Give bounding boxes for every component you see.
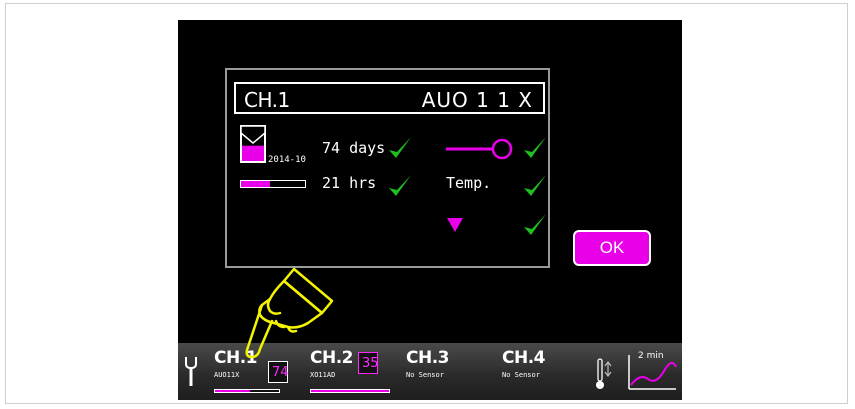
dialog-title-bar: CH.1 AUO 1 1 X [234,82,545,114]
flow-restrictor-icon [446,138,513,160]
check-icon-days [389,137,411,158]
channel-3-name: CH.3 [406,348,450,368]
channel-detail-dialog: CH.1 AUO 1 1 X 2014-10 74 days 21 hrs Te… [225,68,550,268]
hourglass-icon [240,125,266,163]
date-label: 2014-10 [268,155,306,165]
thermometer-icon[interactable] [595,357,613,391]
channel-2-progress [310,389,390,393]
channel-1-sensor: AUO11X [214,371,240,379]
channel-3-tab[interactable]: CH.3 No Sensor [400,343,488,400]
channel-3-sensor: No Sensor [406,371,444,379]
hours-remaining: 21 hrs [322,174,377,192]
check-icon-temp [524,175,546,196]
trend-view-button[interactable]: 2 min [626,351,678,393]
dialog-channel-label: CH.1 [244,88,290,112]
hours-progress-bar [240,180,306,188]
check-icon-flow [524,137,546,158]
check-icon-hours [389,175,411,196]
down-triangle-icon [447,218,463,232]
channel-4-sensor: No Sensor [502,371,540,379]
hand-pointer-icon [245,267,334,359]
channel-4-name: CH.4 [502,348,546,368]
check-icon-alarm [524,214,546,235]
wrench-icon[interactable] [183,355,199,389]
temperature-label: Temp. [446,174,492,192]
channel-1-progress [214,389,280,393]
trend-interval: 2 min [638,351,664,361]
days-remaining: 74 days [322,139,386,157]
dialog-model-label: AUO 1 1 X [421,88,533,112]
device-screen: CH.1 AUO 1 1 X 2014-10 74 days 21 hrs Te… [178,20,682,400]
channel-2-value: 35 [362,356,379,371]
channel-4-tab[interactable]: CH.4 No Sensor [496,343,584,400]
ok-button[interactable]: OK [573,230,651,266]
channel-2-value-tile: 35 [358,352,379,374]
